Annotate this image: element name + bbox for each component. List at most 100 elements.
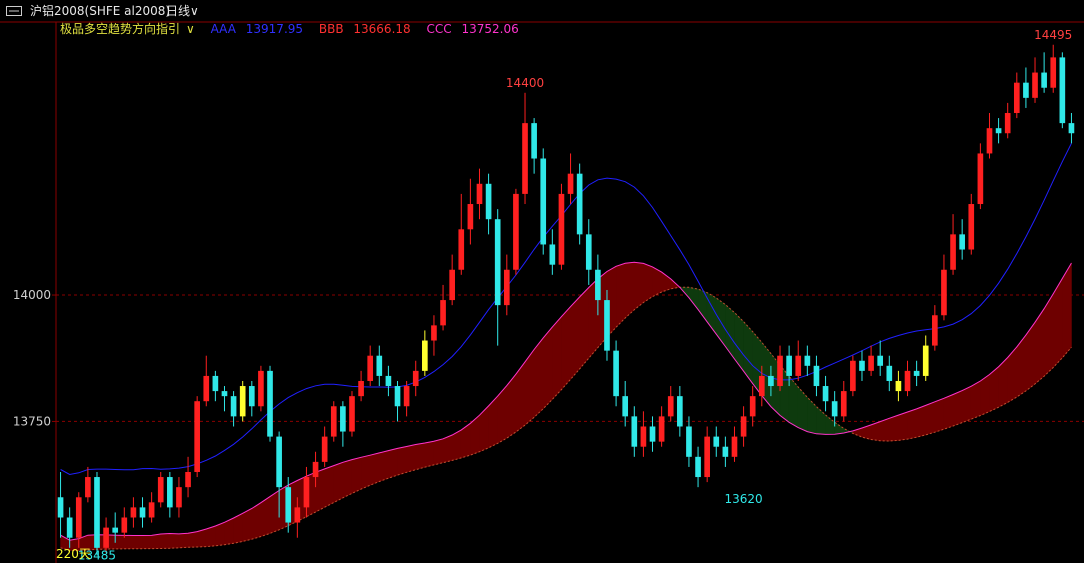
candle bbox=[704, 426, 710, 483]
candle bbox=[467, 178, 474, 245]
candle bbox=[968, 193, 975, 255]
candle bbox=[1032, 57, 1038, 103]
candle-body bbox=[631, 416, 638, 447]
candle bbox=[1041, 52, 1047, 93]
candle-body bbox=[248, 386, 255, 407]
price-annotation: 14400 bbox=[506, 76, 544, 90]
candle bbox=[558, 183, 565, 270]
candle bbox=[422, 330, 428, 376]
candle bbox=[950, 214, 956, 275]
candle-body bbox=[1041, 72, 1047, 88]
candle-body bbox=[986, 128, 993, 154]
candle bbox=[267, 365, 273, 442]
candle bbox=[358, 370, 364, 402]
trend-band-segment bbox=[196, 528, 207, 548]
candle-body bbox=[576, 173, 583, 235]
price-chart[interactable]: 140001375014400136201449513485220天 bbox=[0, 0, 1084, 563]
trend-band-segment bbox=[351, 456, 362, 494]
candle-body bbox=[595, 269, 601, 301]
candle bbox=[1013, 72, 1020, 119]
candle bbox=[440, 284, 446, 331]
candle-body bbox=[167, 477, 173, 508]
trend-band-segment bbox=[269, 489, 280, 534]
candle-body bbox=[777, 355, 783, 387]
candle-body bbox=[840, 391, 847, 417]
trend-band-segment bbox=[688, 286, 699, 311]
candle bbox=[476, 168, 483, 220]
candle bbox=[731, 426, 738, 462]
candle-body bbox=[176, 487, 182, 508]
candle-body bbox=[267, 370, 273, 437]
candle-body bbox=[1023, 82, 1029, 98]
candle-body bbox=[285, 487, 292, 523]
trend-band-segment bbox=[643, 262, 653, 304]
candle-body bbox=[959, 234, 965, 250]
candle bbox=[740, 406, 747, 447]
candle bbox=[376, 345, 383, 387]
trend-band-segment bbox=[934, 397, 945, 433]
candle-body bbox=[768, 375, 774, 387]
y-tick-label: 13750 bbox=[13, 414, 51, 428]
trend-band-segment bbox=[242, 507, 253, 542]
candle-body bbox=[850, 360, 856, 392]
trend-band-segment bbox=[397, 446, 407, 476]
candle-body bbox=[731, 436, 738, 457]
candle bbox=[321, 426, 328, 467]
candle bbox=[1059, 52, 1066, 129]
trend-band-segment bbox=[734, 311, 744, 373]
candle-body bbox=[932, 315, 938, 346]
candle-body bbox=[822, 386, 829, 402]
candle-body bbox=[148, 502, 155, 518]
trend-band-segment bbox=[916, 405, 927, 438]
candle-body bbox=[795, 355, 802, 376]
candle-body bbox=[403, 386, 410, 407]
trend-band-segment bbox=[379, 450, 389, 482]
candle-body bbox=[740, 416, 747, 437]
candle bbox=[130, 497, 137, 528]
candle-body bbox=[922, 345, 929, 376]
candle-body bbox=[340, 406, 346, 432]
candle-body bbox=[258, 370, 264, 407]
trend-band-segment bbox=[406, 444, 417, 473]
trend-band-segment bbox=[561, 305, 571, 391]
candle-body bbox=[458, 229, 465, 270]
candle-body bbox=[121, 517, 128, 533]
candle-body bbox=[1032, 72, 1038, 98]
candle bbox=[403, 380, 410, 417]
candle bbox=[868, 345, 874, 376]
trend-band-segment bbox=[114, 534, 125, 550]
candle bbox=[139, 497, 146, 528]
candle bbox=[922, 335, 929, 381]
candle-body bbox=[950, 234, 956, 270]
candle bbox=[904, 360, 911, 397]
candle-body bbox=[330, 406, 337, 437]
candle-body bbox=[412, 370, 419, 387]
candle-body bbox=[786, 355, 792, 376]
candle-body bbox=[221, 391, 228, 397]
candle-body bbox=[194, 401, 200, 472]
candle bbox=[485, 173, 492, 235]
candle bbox=[148, 492, 155, 523]
candle bbox=[713, 426, 720, 457]
candle-body bbox=[686, 426, 692, 457]
trend-band-segment bbox=[524, 348, 535, 426]
trend-band-segment bbox=[797, 386, 808, 433]
trend-band-segment bbox=[825, 414, 835, 435]
trend-band-segment bbox=[615, 262, 626, 328]
candle bbox=[549, 229, 556, 275]
candle bbox=[576, 163, 583, 245]
candle bbox=[94, 471, 100, 556]
trend-band-segment bbox=[970, 380, 981, 420]
candle bbox=[513, 188, 519, 275]
candle bbox=[531, 118, 537, 174]
candle-body bbox=[613, 350, 619, 397]
candle-body bbox=[977, 153, 984, 205]
candle bbox=[722, 436, 729, 467]
trend-band-segment bbox=[907, 408, 917, 440]
candle bbox=[941, 254, 947, 321]
candle bbox=[503, 254, 510, 316]
candle-body bbox=[859, 360, 865, 371]
candle-body bbox=[831, 401, 838, 417]
candle-body bbox=[157, 477, 164, 503]
candle bbox=[640, 411, 647, 457]
